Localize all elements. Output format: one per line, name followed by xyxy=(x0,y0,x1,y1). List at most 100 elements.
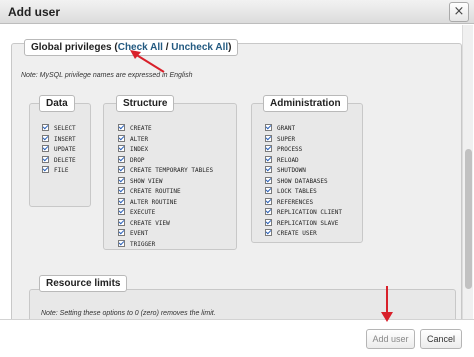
privilege-replication-client[interactable]: REPLICATION CLIENT xyxy=(265,208,342,217)
privilege-show-view[interactable]: SHOW VIEW xyxy=(118,176,163,186)
privilege-update[interactable]: UPDATE xyxy=(42,145,76,154)
privilege-create[interactable]: CREATE xyxy=(118,124,152,133)
privilege-label: SUPER xyxy=(277,135,296,143)
privilege-execute[interactable]: EXECUTE xyxy=(118,208,155,217)
checkbox-checked-icon[interactable] xyxy=(265,208,272,215)
privilege-process[interactable]: PROCESS xyxy=(265,145,302,154)
resource-limits-note: Note: Setting these options to 0 (zero) … xyxy=(41,310,216,317)
checkbox-checked-icon[interactable] xyxy=(118,134,125,142)
privilege-label: EVENT xyxy=(130,230,149,237)
privilege-create-routine[interactable]: CREATE ROUTINE xyxy=(118,187,181,196)
privilege-file[interactable]: FILE xyxy=(42,166,68,175)
privilege-select[interactable]: SELECT xyxy=(42,124,76,133)
vertical-scrollbar[interactable] xyxy=(462,25,473,319)
structure-group-legend: Structure xyxy=(116,95,175,112)
privilege-trigger[interactable]: TRIGGER xyxy=(118,239,156,249)
checkbox-checked-icon[interactable] xyxy=(42,124,49,131)
checkbox-checked-icon[interactable] xyxy=(42,166,49,173)
add-user-button[interactable]: Add user xyxy=(366,329,415,349)
checkbox-checked-icon[interactable] xyxy=(265,229,272,236)
privilege-index[interactable]: INDEX xyxy=(118,145,148,154)
uncheck-all-link[interactable]: Uncheck All xyxy=(171,42,228,53)
checkbox-checked-icon[interactable] xyxy=(118,145,125,152)
checkbox-checked-icon[interactable] xyxy=(118,197,125,205)
dialog-content[interactable]: Global privileges (Check All / Uncheck A… xyxy=(0,25,474,319)
privilege-label: ALTER ROUTINE xyxy=(130,198,177,206)
red-arrow-annotation-check-all xyxy=(130,50,165,73)
privilege-label: DROP xyxy=(130,156,145,164)
privilege-label: DELETE xyxy=(54,156,76,164)
checkbox-checked-icon[interactable] xyxy=(118,239,125,247)
privilege-label: GRANT xyxy=(277,125,296,132)
privilege-replication-slave[interactable]: REPLICATION SLAVE xyxy=(265,218,339,228)
privilege-label: FILE xyxy=(54,167,69,174)
checkbox-checked-icon[interactable] xyxy=(118,176,125,184)
cancel-button[interactable]: Cancel xyxy=(420,329,462,349)
checkbox-checked-icon[interactable] xyxy=(118,124,125,131)
checkbox-checked-icon[interactable] xyxy=(118,155,125,163)
privilege-show-databases[interactable]: SHOW DATABASES xyxy=(265,176,328,186)
dialog-titlebar: Add user × xyxy=(0,0,474,24)
privilege-label: RELOAD xyxy=(277,156,299,164)
global-privileges-label: Global privileges xyxy=(31,42,112,53)
privilege-insert[interactable]: INSERT xyxy=(42,134,76,144)
privilege-label: INDEX xyxy=(130,146,149,153)
checkbox-checked-icon[interactable] xyxy=(118,166,125,173)
privilege-alter[interactable]: ALTER xyxy=(118,134,149,144)
privilege-label: SELECT xyxy=(54,125,76,132)
privilege-label: REPLICATION CLIENT xyxy=(277,209,343,216)
privilege-label: SHUTDOWN xyxy=(277,167,306,174)
privilege-shutdown[interactable]: SHUTDOWN xyxy=(265,166,306,175)
privilege-create-view[interactable]: CREATE VIEW xyxy=(118,218,170,228)
resource-limits-legend: Resource limits xyxy=(39,275,128,292)
privilege-label: SHOW VIEW xyxy=(130,177,163,185)
checkbox-checked-icon[interactable] xyxy=(265,134,272,142)
close-icon: × xyxy=(453,4,465,19)
close-button[interactable]: × xyxy=(449,2,469,22)
scrollbar-thumb[interactable] xyxy=(465,149,472,289)
checkbox-checked-icon[interactable] xyxy=(42,134,49,142)
administration-group-legend: Administration xyxy=(263,95,348,112)
privilege-lock-tables[interactable]: LOCK TABLES xyxy=(265,187,317,196)
checkbox-checked-icon[interactable] xyxy=(265,187,272,194)
privilege-label: REFERENCES xyxy=(277,198,314,206)
checkbox-checked-icon[interactable] xyxy=(118,208,125,215)
checkbox-checked-icon[interactable] xyxy=(42,145,49,152)
privilege-label: CREATE xyxy=(130,125,152,132)
privilege-label: CREATE ROUTINE xyxy=(130,188,181,195)
checkbox-checked-icon[interactable] xyxy=(265,124,272,131)
checkbox-checked-icon[interactable] xyxy=(118,229,125,236)
privilege-label: PROCESS xyxy=(277,146,303,153)
privilege-references[interactable]: REFERENCES xyxy=(265,197,314,207)
checkbox-checked-icon[interactable] xyxy=(265,218,272,226)
privilege-label: INSERT xyxy=(54,135,76,143)
checkbox-checked-icon[interactable] xyxy=(42,155,49,163)
close-paren: ) xyxy=(228,42,232,53)
privilege-label: TRIGGER xyxy=(130,240,156,248)
privilege-label: REPLICATION SLAVE xyxy=(277,219,339,227)
privilege-label: CREATE VIEW xyxy=(130,219,170,227)
checkbox-checked-icon[interactable] xyxy=(265,155,272,163)
checkbox-checked-icon[interactable] xyxy=(265,145,272,152)
privilege-label: EXECUTE xyxy=(130,209,156,216)
checkbox-checked-icon[interactable] xyxy=(265,176,272,184)
privilege-super[interactable]: SUPER xyxy=(265,134,296,144)
privilege-drop[interactable]: DROP xyxy=(118,155,145,165)
privilege-delete[interactable]: DELETE xyxy=(42,155,76,165)
privilege-label: LOCK TABLES xyxy=(277,188,317,195)
privilege-grant[interactable]: GRANT xyxy=(265,124,295,133)
privilege-event[interactable]: EVENT xyxy=(118,229,148,238)
checkbox-checked-icon[interactable] xyxy=(265,197,272,205)
red-arrow-annotation-add-user xyxy=(381,286,393,322)
checkbox-checked-icon[interactable] xyxy=(118,218,125,226)
data-group-legend: Data xyxy=(39,95,75,112)
privilege-label: ALTER xyxy=(130,135,149,143)
dialog-title: Add user xyxy=(8,5,61,19)
privilege-alter-routine[interactable]: ALTER ROUTINE xyxy=(118,197,177,207)
privilege-create-user[interactable]: CREATE USER xyxy=(265,229,317,238)
checkbox-checked-icon[interactable] xyxy=(265,166,272,173)
privilege-create-temporary-tables[interactable]: CREATE TEMPORARY TABLES xyxy=(118,166,213,175)
privilege-label: SHOW DATABASES xyxy=(277,177,328,185)
checkbox-checked-icon[interactable] xyxy=(118,187,125,194)
privilege-reload[interactable]: RELOAD xyxy=(265,155,299,165)
